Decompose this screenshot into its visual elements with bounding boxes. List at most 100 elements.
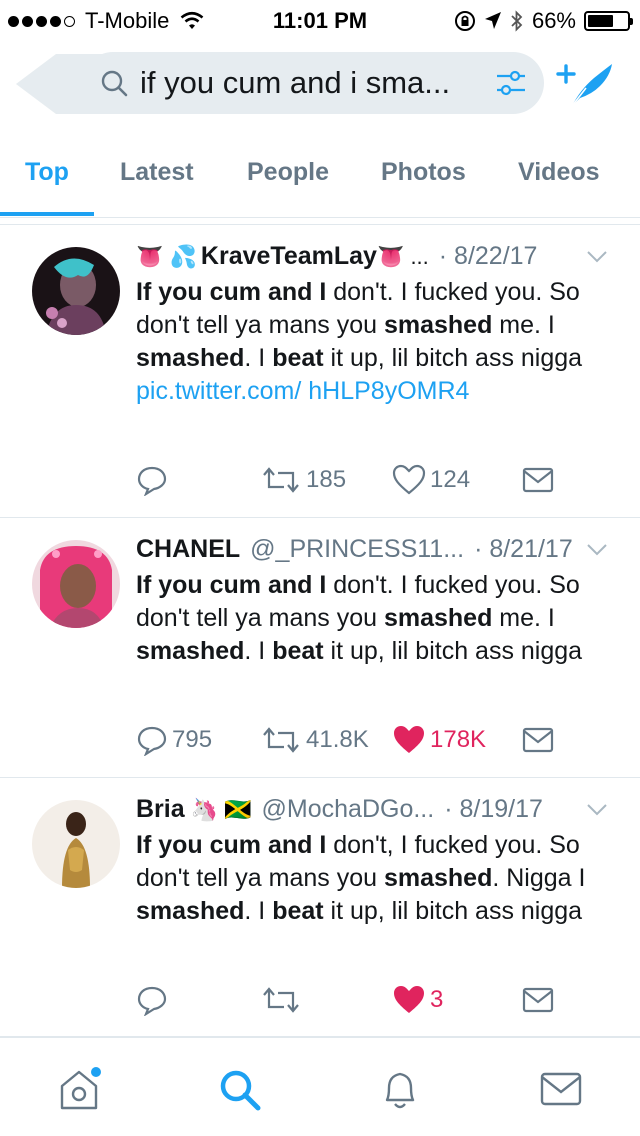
search-icon[interactable] <box>216 1066 262 1112</box>
reply-icon <box>137 466 167 496</box>
retweet-button[interactable]: 185 <box>260 462 346 498</box>
search-icon <box>101 70 128 97</box>
chevron-down-icon[interactable] <box>586 250 608 264</box>
highlighted-term: smashed <box>136 344 245 372</box>
tweet-text: If you cum and I don't, I fucked you. So… <box>136 829 596 928</box>
status-bar: T-Mobile 11:01 PM 66% <box>0 0 640 40</box>
tweet-link[interactable]: pic.twitter.com/ hHLP8yOMR4 <box>136 377 469 405</box>
tweet-name-emojis-after: 🦄 🇯🇲 <box>190 796 252 822</box>
retweet-icon <box>263 987 299 1013</box>
reply-icon <box>137 986 167 1016</box>
tweet[interactable]: CHANEL @_PRINCESS11... · 8/21/17 If you … <box>0 518 640 778</box>
chevron-down-icon[interactable] <box>586 543 608 557</box>
highlighted-term: beat <box>272 897 324 925</box>
tweet-text-segment: it up, lil bitch ass nigga <box>323 344 583 372</box>
like-count: 178K <box>430 726 487 753</box>
tweet[interactable]: 👅 💦 KraveTeamLay 👅 ... · 8/22/17 If you … <box>0 225 640 518</box>
messages-icon[interactable] <box>538 1066 584 1112</box>
retweet-count: 185 <box>306 466 347 493</box>
retweet-icon <box>263 727 299 753</box>
search-input[interactable]: if you cum and i sma... <box>82 52 544 114</box>
tweet-actions: 3 <box>136 982 596 1022</box>
envelope-icon <box>522 727 554 753</box>
search-tabs: Top Latest People Photos Videos <box>0 140 640 218</box>
highlighted-term: If you cum and I <box>136 831 327 859</box>
highlighted-term: smashed <box>383 864 493 892</box>
retweet-count: 41.8K <box>306 726 369 753</box>
heart-icon <box>392 464 426 495</box>
battery-icon <box>584 11 633 31</box>
reply-button[interactable]: 795 <box>136 722 212 758</box>
retweet-button[interactable]: 41.8K <box>260 722 369 758</box>
like-count: 3 <box>430 986 444 1013</box>
reply-count: 795 <box>172 726 213 753</box>
highlighted-term: beat <box>272 344 324 372</box>
tweet-actions: 185 124 <box>136 462 596 502</box>
reply-icon <box>137 726 167 756</box>
tweet-text-segment: . Nigga I <box>492 864 586 892</box>
direct-message-button[interactable] <box>522 722 554 758</box>
compose-tweet-icon[interactable] <box>556 60 614 110</box>
tweet-author-name[interactable]: KraveTeamLay <box>201 242 377 271</box>
highlighted-term: smashed <box>383 311 493 339</box>
highlighted-term: If you cum and I <box>136 278 327 306</box>
tweet-date: · 8/22/17 <box>438 242 538 270</box>
tweet-text: If you cum and I don't. I fucked you. So… <box>136 276 596 408</box>
tweet-actions: 795 41.8K 178K <box>136 722 596 762</box>
like-button[interactable]: 3 <box>392 982 443 1018</box>
tweet-text-segment: . I <box>244 637 273 665</box>
orientation-lock-icon <box>454 11 475 31</box>
tweet-text-segment: . I <box>244 897 273 925</box>
tweet-name-emojis-before: 👅 💦 <box>136 243 197 269</box>
like-button[interactable]: 178K <box>392 722 486 758</box>
tweet-author-handle[interactable]: @_PRINCESS11... <box>250 535 464 564</box>
tweet-date: · 8/21/17 <box>474 535 573 563</box>
like-count: 124 <box>430 466 471 493</box>
tweet-text-segment: it up, lil bitch ass nigga <box>323 897 583 925</box>
tweet-author-name[interactable]: Bria <box>136 795 185 824</box>
tweet[interactable]: Bria 🦄 🇯🇲 @MochaDGo... · 8/19/17 If you … <box>0 778 640 1037</box>
active-tab-indicator <box>0 212 94 216</box>
tweet-date: · 8/19/17 <box>444 795 543 823</box>
direct-message-button[interactable] <box>522 982 554 1018</box>
filter-icon[interactable] <box>494 68 528 98</box>
tweet-author-name[interactable]: CHANEL <box>136 535 240 564</box>
tweet-text-segment: me. I <box>492 311 555 339</box>
avatar[interactable] <box>32 540 120 628</box>
tab-latest[interactable]: Latest <box>120 158 194 187</box>
chevron-down-icon[interactable] <box>586 803 608 817</box>
tweet-header: 👅 💦 KraveTeamLay 👅 ... · 8/22/17 <box>136 242 616 271</box>
direct-message-button[interactable] <box>522 462 554 498</box>
tweet-author-handle[interactable]: @MochaDGo... <box>262 795 435 824</box>
tab-videos[interactable]: Videos <box>518 158 600 187</box>
tab-people[interactable]: People <box>247 158 329 187</box>
tab-photos[interactable]: Photos <box>381 158 466 187</box>
reply-button[interactable] <box>136 462 172 498</box>
search-header: if you cum and i sma... <box>0 40 640 128</box>
tab-top[interactable]: Top <box>25 158 69 187</box>
tweet-text: If you cum and I don't. I fucked you. So… <box>136 569 596 668</box>
avatar[interactable] <box>32 800 120 888</box>
search-query: if you cum and i sma... <box>140 65 451 100</box>
tweet-name-emojis-after: 👅 ... <box>376 243 429 269</box>
tweet-header: CHANEL @_PRINCESS11... · 8/21/17 <box>136 535 616 564</box>
retweet-icon <box>263 467 299 493</box>
heart-filled-icon <box>394 726 424 753</box>
notifications-icon[interactable] <box>377 1066 423 1112</box>
envelope-icon <box>522 467 554 493</box>
highlighted-term: If you cum and I <box>136 571 327 599</box>
tweet-header: Bria 🦄 🇯🇲 @MochaDGo... · 8/19/17 <box>136 795 616 824</box>
envelope-icon <box>522 987 554 1013</box>
battery-percent: 66% <box>531 8 576 33</box>
like-button[interactable]: 124 <box>392 462 470 498</box>
highlighted-term: beat <box>272 637 324 665</box>
reply-button[interactable] <box>136 982 172 1018</box>
avatar[interactable] <box>32 247 120 335</box>
home-icon[interactable] <box>56 1066 102 1112</box>
tweet-text-segment: it up, lil bitch ass nigga <box>323 637 583 665</box>
bottom-tab-bar <box>0 1037 640 1136</box>
bluetooth-icon <box>511 10 523 32</box>
highlighted-term: smashed <box>136 637 245 665</box>
retweet-button[interactable] <box>260 982 306 1018</box>
highlighted-term: smashed <box>136 897 245 925</box>
